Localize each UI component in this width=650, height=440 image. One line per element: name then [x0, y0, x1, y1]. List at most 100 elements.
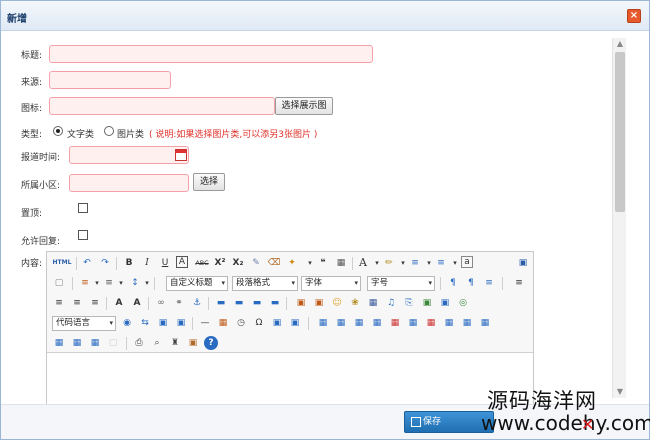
pinned-checkbox[interactable] [78, 203, 88, 213]
horizontal-line-icon[interactable]: — [198, 316, 212, 330]
merge-cells-icon[interactable]: ▦ [442, 316, 456, 330]
scroll-down-icon[interactable]: ▼ [613, 386, 627, 398]
search-replace-icon[interactable]: ♜ [168, 336, 182, 350]
type-radio-image[interactable] [104, 126, 114, 136]
to-lowercase-icon[interactable]: A [130, 296, 144, 310]
drafts-icon[interactable]: ▣ [186, 336, 200, 350]
scroll-up-icon[interactable]: ▲ [613, 38, 627, 50]
delete-table-icon[interactable]: ▦ [334, 316, 348, 330]
superscript-icon[interactable]: X² [213, 256, 227, 270]
auto-typeset-icon[interactable]: ✦ [285, 256, 299, 270]
insert-image-icon[interactable]: ▣ [312, 296, 326, 310]
delete-row-icon[interactable]: ▦ [388, 316, 402, 330]
merge-right-icon[interactable]: ▦ [460, 316, 474, 330]
to-uppercase-icon[interactable]: A [112, 296, 126, 310]
emotion-icon[interactable]: ☺ [330, 296, 344, 310]
page-icon[interactable]: ▣ [174, 316, 188, 330]
font-size-select[interactable]: 字号 ▾ [367, 276, 435, 291]
remove-format-icon[interactable]: ⌫ [267, 256, 281, 270]
snapscreen-icon[interactable]: ▣ [288, 316, 302, 330]
insert-paragraph-before-table-icon[interactable]: ▦ [352, 316, 366, 330]
scroll-thumb[interactable] [615, 52, 625, 212]
close-icon[interactable]: × [627, 9, 641, 23]
content-scrollbar[interactable]: ▲ ▼ [612, 38, 626, 398]
strikethrough-icon[interactable]: ABC [193, 256, 211, 270]
word-image-icon[interactable]: ▣ [270, 316, 284, 330]
font-family-select[interactable]: 字体 ▾ [301, 276, 361, 291]
help-icon[interactable]: ? [204, 336, 218, 350]
align-right-icon[interactable]: ≡ [70, 296, 84, 310]
unlink-icon[interactable]: ⚭ [172, 296, 186, 310]
split-to-cols-icon[interactable]: ▦ [88, 336, 102, 350]
row-spacing-bottom-dropdown-icon[interactable]: ▾ [114, 276, 128, 290]
html-source-icon[interactable]: HTML [52, 256, 72, 270]
image-center-icon[interactable]: ▬ [268, 296, 282, 310]
icon-path-input[interactable] [49, 97, 275, 115]
bold-icon[interactable]: B [122, 256, 136, 270]
align-justify-icon[interactable]: ≡ [88, 296, 102, 310]
underline-icon[interactable]: U [158, 256, 172, 270]
ordered-list-icon[interactable]: ≡ [408, 256, 422, 270]
code-language-select[interactable]: 代码语言 ▾ [52, 316, 116, 331]
page-break-icon[interactable]: ⇆ [138, 316, 152, 330]
unordered-list-icon[interactable]: ≡ [434, 256, 448, 270]
community-input[interactable] [69, 174, 189, 192]
merge-down-icon[interactable]: ▦ [478, 316, 492, 330]
background-icon[interactable]: ▣ [156, 316, 170, 330]
unordered-list-dropdown-icon[interactable]: ▾ [448, 256, 462, 270]
print-icon[interactable]: ⎙ [132, 336, 146, 350]
italic-icon[interactable]: I [140, 256, 154, 270]
image-none-icon[interactable]: ▬ [214, 296, 228, 310]
insert-table-icon[interactable]: ▦ [316, 316, 330, 330]
simple-upload-icon[interactable]: ▣ [294, 296, 308, 310]
image-right-icon[interactable]: ▬ [250, 296, 264, 310]
type-radio-text[interactable] [53, 126, 63, 136]
report-time-input[interactable] [69, 146, 189, 164]
blockquote-icon[interactable]: ❝ [316, 256, 330, 270]
undo-icon[interactable]: ↶ [80, 256, 94, 270]
split-to-cells-icon[interactable]: ▦ [52, 336, 66, 350]
subscript-icon[interactable]: X₂ [231, 256, 245, 270]
custom-title-select[interactable]: 自定义标题 ▾ [166, 276, 228, 291]
special-chars-icon[interactable]: Ω [252, 316, 266, 330]
template-icon[interactable]: ◉ [120, 316, 134, 330]
choose-community-button[interactable]: 选择 [193, 173, 225, 191]
editor-body[interactable] [47, 354, 533, 406]
ltr-icon[interactable]: ¶ [446, 276, 460, 290]
line-height-dropdown-icon[interactable]: ▾ [140, 276, 154, 290]
music-icon[interactable]: ♫ [384, 296, 398, 310]
map-icon[interactable]: ▣ [420, 296, 434, 310]
chart-icon[interactable]: ▢ [106, 336, 120, 350]
preview-icon[interactable]: ⌕ [150, 336, 164, 350]
date-icon[interactable]: ▦ [216, 316, 230, 330]
auto-typeset-dropdown-icon[interactable]: ▾ [303, 256, 317, 270]
highlight-color-icon[interactable]: ✏ [382, 256, 396, 270]
link-icon[interactable]: ∞ [154, 296, 168, 310]
insert-row-icon[interactable]: ▦ [370, 316, 384, 330]
font-color-icon[interactable]: A [356, 256, 370, 270]
format-match-icon[interactable]: ✎ [249, 256, 263, 270]
source-input[interactable] [49, 71, 171, 89]
attachment-icon[interactable]: ⎘ [402, 296, 416, 310]
indent-icon[interactable]: ≡ [482, 276, 496, 290]
image-left-icon[interactable]: ▬ [232, 296, 246, 310]
google-map-icon[interactable]: ▣ [438, 296, 452, 310]
redo-icon[interactable]: ↷ [98, 256, 112, 270]
rtl-icon[interactable]: ¶ [464, 276, 478, 290]
insert-video-icon[interactable]: ▦ [366, 296, 380, 310]
allow-reply-checkbox[interactable] [78, 230, 88, 240]
scrawl-icon[interactable]: ❀ [348, 296, 362, 310]
calendar-icon[interactable] [175, 149, 187, 161]
fullscreen-icon[interactable]: ▣ [516, 256, 530, 270]
insert-frame-icon[interactable]: ◎ [456, 296, 470, 310]
insert-col-icon[interactable]: ▦ [406, 316, 420, 330]
select-all-icon[interactable]: a [461, 256, 473, 268]
split-to-rows-icon[interactable]: ▦ [70, 336, 84, 350]
time-icon[interactable]: ◷ [234, 316, 248, 330]
align-left-icon[interactable]: ≡ [512, 276, 526, 290]
paste-plain-icon[interactable]: ▦ [334, 256, 348, 270]
title-input[interactable] [49, 45, 373, 63]
anchor-icon[interactable]: ⚓ [190, 296, 204, 310]
paragraph-format-select[interactable]: 段落格式 ▾ [232, 276, 298, 291]
font-border-icon[interactable]: A [176, 256, 188, 268]
